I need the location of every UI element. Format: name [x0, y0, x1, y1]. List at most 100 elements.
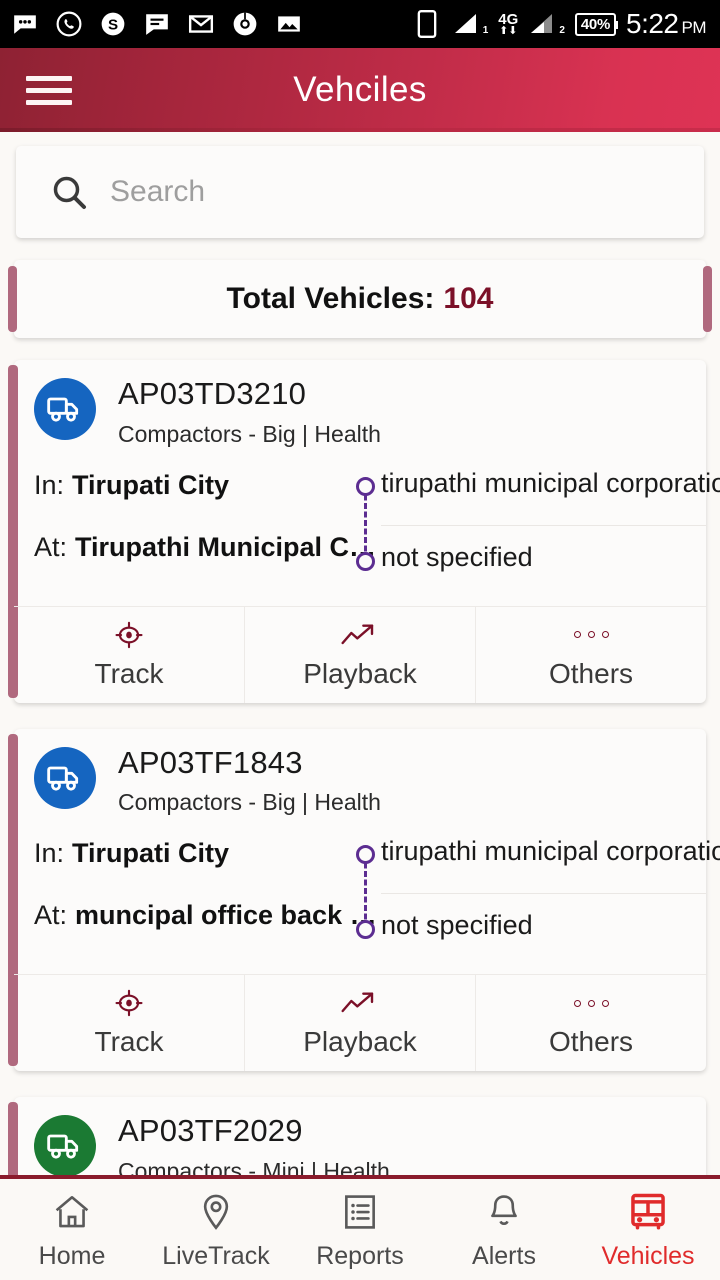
others-button-label: Others [548, 657, 634, 689]
vehicle-card[interactable]: AP03TF1843 Compactors - Big | Health In: Ti… [8, 728, 720, 1072]
vehicle-in-value: Tirupati City [72, 469, 230, 500]
vehicle-type-label: Compactors - Big | Health [118, 789, 381, 816]
truck-icon [34, 378, 96, 440]
vehicle-card[interactable]: AP03TF2029 Compactors - Mini | Health [8, 1097, 706, 1175]
phone-icon [412, 9, 442, 39]
vehicle-in-value: Tirupati City [72, 838, 230, 869]
bell-icon [483, 1189, 525, 1235]
data-transfer-arrows-icon: ⬆⬇ [499, 24, 518, 37]
chrome-icon [230, 9, 260, 39]
nav-item-label: Reports [316, 1241, 404, 1270]
nav-item-label: Home [38, 1241, 106, 1270]
trending-up-arrow-icon [340, 620, 380, 650]
hamburger-bar [26, 99, 72, 105]
others-button[interactable]: Others [476, 975, 706, 1071]
vehicles-scroll-area[interactable]: Total Vehicles: 104 AP03TD3210 Compactors… [0, 132, 720, 1175]
hamburger-bar [26, 75, 72, 81]
vehicle-at-value: Tirupathi Municipal C… [75, 531, 377, 562]
vehicle-type-label: Compactors - Big | Health [118, 420, 381, 447]
total-vehicles-label: Total Vehicles: [226, 282, 435, 315]
nav-item-reports[interactable]: Reports [288, 1179, 432, 1280]
others-button-label: Others [548, 1026, 634, 1058]
search-input[interactable] [110, 175, 674, 209]
nav-item-label: Vehicles [601, 1241, 695, 1270]
hamburger-menu-icon[interactable] [12, 75, 86, 105]
vehicle-registration-number: AP03TF2029 [118, 1113, 303, 1149]
svg-text:S: S [108, 16, 118, 33]
total-vehicles-count: 104 [443, 282, 494, 315]
vehicle-header: AP03TF2029 Compactors - Mini | Health [14, 1113, 706, 1175]
search-section [0, 132, 720, 238]
bottom-navigation-bar: Home LiveTrack Reports Alerts Vehicles [0, 1175, 720, 1280]
hamburger-bar [26, 87, 72, 93]
status-bar-notification-icons: S [10, 9, 412, 39]
playback-button[interactable]: Playback [245, 606, 476, 703]
status-bar: S 1 4G ⬆⬇ 2 40% 5:22 PM [0, 0, 720, 48]
playback-button-label: Playback [303, 1026, 417, 1058]
trending-up-arrow-icon [340, 988, 380, 1018]
vehicle-header: AP03TF1843 Compactors - Big | Health [14, 745, 706, 817]
vehicle-action-row: Track Playback Others [14, 605, 706, 703]
status-bar-clock: 5:22 PM [626, 8, 706, 40]
search-bar[interactable] [16, 146, 704, 238]
bus-icon [627, 1189, 669, 1235]
target-crosshair-icon [112, 620, 146, 650]
network-type-icon: 4G ⬆⬇ [498, 12, 518, 37]
nav-item-label: Alerts [472, 1241, 536, 1270]
messages-icon [10, 9, 40, 39]
track-button[interactable]: Track [14, 606, 245, 703]
vehicle-header-text: AP03TF2029 Compactors - Mini | Health [118, 1113, 690, 1175]
gmail-icon [186, 9, 216, 39]
in-label: In: [34, 838, 65, 869]
in-label: In: [34, 469, 65, 500]
truck-icon [34, 1115, 96, 1175]
page-title: Vehciles [293, 70, 427, 109]
target-crosshair-icon [112, 988, 146, 1018]
total-vehicles-badge: Total Vehicles: 104 [8, 260, 712, 338]
vehicle-in-row: In: Tirupati City [34, 470, 706, 532]
track-button-label: Track [94, 1026, 164, 1058]
nav-item-label: LiveTrack [162, 1241, 270, 1270]
photos-icon [274, 9, 304, 39]
clock-time: 5:22 [626, 8, 679, 39]
signal-bars-sim2-icon: 2 [528, 11, 565, 37]
clock-period: PM [681, 18, 707, 37]
three-dots-icon [573, 988, 609, 1018]
playback-button-label: Playback [303, 657, 417, 689]
nav-item-alerts[interactable]: Alerts [432, 1179, 576, 1280]
track-button[interactable]: Track [14, 975, 245, 1072]
vehicle-at-value: muncipal office back … [75, 900, 377, 931]
signal-bars-sim1-icon: 1 [452, 11, 489, 37]
home-icon [51, 1189, 93, 1235]
battery-indicator: 40% [574, 12, 619, 36]
vehicle-in-row: In: Tirupati City [34, 838, 706, 900]
vehicle-list: AP03TD3210 Compactors - Big | Health In: Ti… [0, 338, 720, 1175]
vehicle-action-row: Track Playback Others [14, 974, 706, 1072]
truck-icon [34, 746, 96, 809]
app-bar: Vehciles [0, 48, 720, 132]
skype-icon: S [98, 9, 128, 39]
nav-item-home[interactable]: Home [0, 1179, 144, 1280]
list-document-icon [339, 1189, 381, 1235]
playback-button[interactable]: Playback [245, 975, 476, 1072]
vehicle-header: AP03TD3210 Compactors - Big | Health [14, 376, 706, 448]
sms-icon [142, 9, 172, 39]
vehicle-location-section: In: Tirupati City At: Tirupathi Municipal C… [14, 468, 720, 594]
vehicle-card-body: AP03TF1843 Compactors - Big | Health In: Ti… [14, 729, 720, 1072]
three-dots-icon [573, 620, 609, 650]
map-pin-icon [195, 1189, 237, 1235]
vehicle-card[interactable]: AP03TD3210 Compactors - Big | Health In: Ti… [8, 360, 720, 703]
total-vehicles-section: Total Vehicles: 104 [0, 238, 720, 338]
status-bar-system-icons: 1 4G ⬆⬇ 2 40% 5:22 PM [412, 8, 706, 40]
vehicle-registration-number: AP03TF1843 [118, 744, 303, 780]
vehicle-header-text: AP03TD3210 Compactors - Big | Health [118, 376, 690, 448]
others-button[interactable]: Others [476, 607, 706, 703]
at-label: At: [34, 900, 68, 931]
nav-item-vehicles[interactable]: Vehicles [576, 1179, 720, 1280]
sim1-label: 1 [482, 25, 489, 36]
vehicle-header-text: AP03TF1843 Compactors - Big | Health [118, 745, 690, 817]
nav-item-livetrack[interactable]: LiveTrack [144, 1179, 288, 1280]
vehicle-type-label: Compactors - Mini | Health [118, 1157, 390, 1175]
at-label: At: [34, 531, 68, 562]
vehicle-card-body: AP03TF2029 Compactors - Mini | Health [14, 1097, 706, 1175]
